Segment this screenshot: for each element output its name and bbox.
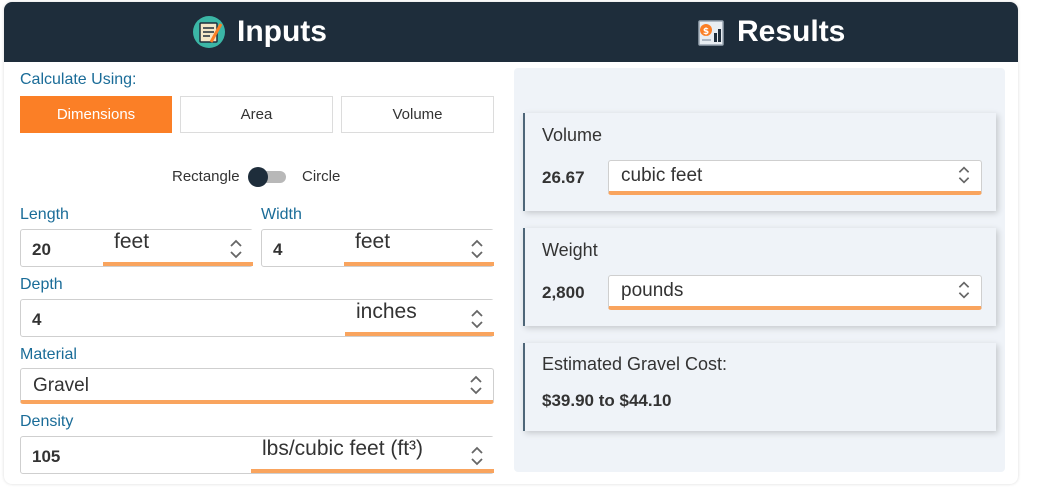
results-heading: $ Results <box>694 2 845 62</box>
length-unit-chevron-icon <box>230 239 242 259</box>
depth-label: Depth <box>20 276 63 293</box>
material-chevron-icon <box>470 375 482 395</box>
mode-dimensions-button[interactable]: Dimensions <box>20 96 172 133</box>
shape-toggle[interactable] <box>248 167 288 187</box>
depth-unit-value: inches <box>356 300 417 323</box>
weight-unit-value: pounds <box>621 280 684 301</box>
weight-result-label: Weight <box>542 240 598 260</box>
volume-unit-value: cubic feet <box>621 165 703 186</box>
volume-result-label: Volume <box>542 125 603 145</box>
width-label: Width <box>261 206 302 223</box>
length-label: Length <box>20 206 69 223</box>
density-label: Density <box>20 413 74 430</box>
weight-unit-select[interactable]: pounds <box>608 275 982 310</box>
volume-unit-select[interactable]: cubic feet <box>608 160 982 195</box>
volume-unit-chevron-icon <box>958 166 970 184</box>
shape-rectangle-label: Rectangle <box>172 168 240 185</box>
depth-unit-select[interactable]: inches <box>345 300 494 336</box>
length-unit-select[interactable]: feet <box>103 230 253 266</box>
shape-circle-label: Circle <box>302 168 341 185</box>
density-unit-value: lbs/cubic feet (ft³) <box>262 437 424 460</box>
material-label: Material <box>20 346 77 363</box>
results-title: Results <box>737 15 846 48</box>
width-unit-value: feet <box>355 230 391 253</box>
inputs-title: Inputs <box>237 15 327 48</box>
header-bar: Inputs $ Results <box>4 2 1018 62</box>
results-icon: $ <box>698 20 724 46</box>
volume-result-value: 26.67 <box>542 168 585 187</box>
mode-area-button[interactable]: Area <box>180 96 333 133</box>
inputs-icon <box>193 16 225 48</box>
width-unit-chevron-icon <box>471 239 483 259</box>
depth-unit-chevron-icon <box>471 309 483 329</box>
depth-field[interactable]: 4 inches <box>20 299 494 337</box>
mode-volume-button[interactable]: Volume <box>341 96 494 133</box>
density-field[interactable]: 105 lbs/cubic feet (ft³) <box>20 436 494 474</box>
length-unit-value: feet <box>114 230 150 253</box>
cost-result-card: Estimated Gravel Cost: $39.90 to $44.10 <box>523 343 996 431</box>
cost-result-label: Estimated Gravel Cost: <box>542 354 728 374</box>
cost-result-value: $39.90 to $44.10 <box>542 391 672 410</box>
volume-result-card: Volume 26.67 cubic feet <box>523 113 996 211</box>
length-input[interactable]: 20 <box>32 240 51 260</box>
density-input[interactable]: 105 <box>32 447 60 467</box>
svg-text:$: $ <box>703 27 709 37</box>
depth-input[interactable]: 4 <box>32 310 41 330</box>
density-unit-select[interactable]: lbs/cubic feet (ft³) <box>251 437 494 473</box>
toggle-knob <box>248 167 268 187</box>
width-unit-select[interactable]: feet <box>344 230 494 266</box>
weight-result-card: Weight 2,800 pounds <box>523 228 996 326</box>
calculate-using-label: Calculate Using: <box>20 71 137 88</box>
weight-result-value: 2,800 <box>542 283 585 302</box>
width-input[interactable]: 4 <box>273 240 282 260</box>
density-unit-chevron-icon <box>471 446 483 466</box>
inputs-heading: Inputs <box>190 2 327 62</box>
width-field[interactable]: 4 feet <box>261 229 494 267</box>
length-field[interactable]: 20 feet <box>20 229 253 267</box>
material-select[interactable]: Gravel <box>20 368 494 404</box>
weight-unit-chevron-icon <box>958 281 970 299</box>
material-value: Gravel <box>33 375 89 396</box>
